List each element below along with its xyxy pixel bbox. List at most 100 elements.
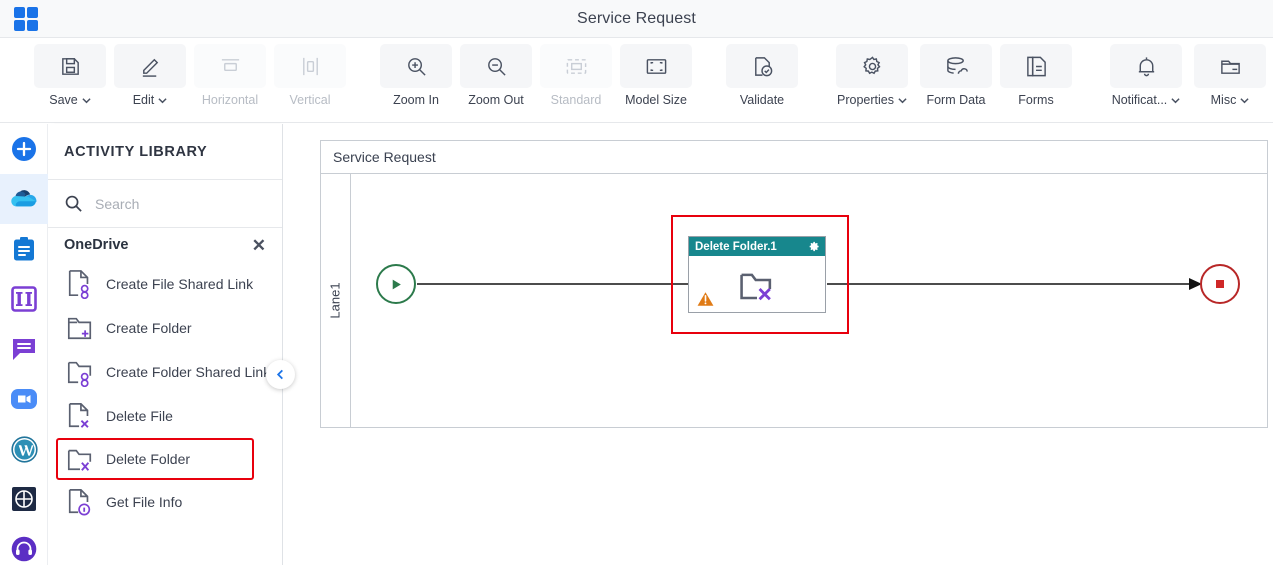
- activity-item-create-folder[interactable]: Create Folder: [56, 306, 282, 350]
- folder-shared-link-icon: [67, 361, 92, 387]
- rail-item-jira[interactable]: [0, 274, 48, 324]
- search-input[interactable]: [95, 195, 245, 212]
- file-info-icon: [68, 489, 91, 516]
- horizontal-align-icon: [194, 44, 266, 88]
- rail-item-onedrive[interactable]: [0, 174, 48, 224]
- toolbar-vertical-button[interactable]: Vertical: [272, 44, 348, 107]
- rail-item-wordpress[interactable]: [0, 424, 48, 474]
- model-size-icon: [620, 44, 692, 88]
- onedrive-icon: [11, 190, 37, 207]
- jira-icon: [11, 286, 37, 312]
- chevron-left-icon: [276, 369, 283, 380]
- diagram-canvas[interactable]: Service Request Lane1 Delete Folder.1: [283, 124, 1273, 565]
- validate-icon: [726, 44, 798, 88]
- activity-group-name: OneDrive: [64, 237, 129, 253]
- activity-item-get-file-info[interactable]: Get File Info: [56, 480, 282, 524]
- pool-body: Lane1 Delete Folder.1: [321, 174, 1267, 427]
- activity-label: Delete Folder: [106, 450, 191, 467]
- toolbar-label: Zoom Out: [468, 93, 524, 107]
- toolbar-properties-button[interactable]: Properties: [830, 44, 914, 107]
- task-header: Delete Folder.1: [689, 237, 825, 256]
- toolbar-label: Properties: [837, 93, 894, 107]
- toolbar: Save Edit Horizontal Vertical Zoom In Zo…: [0, 38, 1273, 123]
- task-title: Delete Folder.1: [695, 240, 777, 253]
- start-event[interactable]: [376, 264, 416, 304]
- toolbar-validate-button[interactable]: Validate: [724, 44, 800, 107]
- toolbar-standard-button[interactable]: Standard: [538, 44, 614, 107]
- toolbar-notifications-button[interactable]: Notificat...: [1104, 44, 1188, 107]
- activity-item-delete-file[interactable]: Delete File: [56, 394, 282, 438]
- toolbar-horizontal-button[interactable]: Horizontal: [192, 44, 268, 107]
- app-rail: [0, 124, 48, 565]
- lane-area[interactable]: Delete Folder.1: [351, 174, 1267, 427]
- gear-icon: [836, 44, 908, 88]
- edit-pencil-icon: [114, 44, 186, 88]
- toolbar-zoom-out-button[interactable]: Zoom Out: [458, 44, 534, 107]
- task-delete-folder[interactable]: Delete Folder.1: [688, 236, 826, 313]
- toolbar-forms-button[interactable]: Forms: [998, 44, 1074, 107]
- rail-item-support[interactable]: [0, 524, 48, 565]
- rail-item-integration[interactable]: [0, 474, 48, 524]
- save-icon: [34, 44, 106, 88]
- panel-collapse-button[interactable]: [266, 360, 295, 389]
- toolbar-model-size-button[interactable]: Model Size: [618, 44, 694, 107]
- chevron-down-icon: [82, 97, 91, 103]
- chevron-down-icon: [898, 97, 907, 103]
- toolbar-label: Validate: [739, 93, 785, 107]
- clipboard-icon: [14, 237, 34, 261]
- lane-header: Lane1: [321, 174, 351, 427]
- plus-circle-icon: [12, 137, 36, 161]
- vertical-align-icon: [274, 44, 346, 88]
- title-bar: Service Request: [0, 0, 1273, 38]
- toolbar-zoom-in-button[interactable]: Zoom In: [378, 44, 454, 107]
- gear-icon[interactable]: [809, 241, 820, 252]
- toolbar-label: Save: [49, 93, 78, 107]
- pool: Service Request Lane1 Delete Folder.1: [320, 140, 1268, 428]
- standard-size-icon: [540, 44, 612, 88]
- file-delete-icon: [68, 403, 89, 428]
- activity-item-create-folder-shared-link[interactable]: Create Folder Shared Link: [56, 350, 282, 394]
- chevron-down-icon: [1240, 97, 1249, 103]
- toolbar-label: Model Size: [625, 93, 687, 107]
- rail-item-chat[interactable]: [0, 324, 48, 374]
- activity-item-create-file-shared-link[interactable]: Create File Shared Link: [56, 262, 282, 306]
- zoom-out-icon: [460, 44, 532, 88]
- misc-folder-icon: [1194, 44, 1266, 88]
- zoom-video-icon: [11, 389, 37, 409]
- activity-library-panel: ACTIVITY LIBRARY OneDrive ✕ Create File …: [48, 124, 283, 565]
- rail-item-tasks[interactable]: [0, 224, 48, 274]
- toolbar-save-button[interactable]: Save: [32, 44, 108, 107]
- close-icon[interactable]: ✕: [252, 237, 266, 254]
- toolbar-label: Zoom In: [393, 93, 439, 107]
- activity-item-delete-folder[interactable]: Delete Folder: [56, 438, 254, 480]
- end-event[interactable]: [1200, 264, 1240, 304]
- toolbar-label: Horizontal: [201, 93, 259, 107]
- zoom-in-icon: [380, 44, 452, 88]
- pool-title: Service Request: [321, 141, 1267, 174]
- toolbar-edit-button[interactable]: Edit: [112, 44, 188, 107]
- circle-grid-icon: [12, 487, 36, 511]
- file-shared-link-icon: [68, 270, 89, 299]
- toolbar-label: Edit: [132, 93, 155, 107]
- application-window: Service Request Save Edit Horizontal Ver…: [0, 0, 1273, 565]
- activity-label: Delete File: [106, 407, 173, 424]
- play-icon: [392, 279, 401, 289]
- panel-title: ACTIVITY LIBRARY: [48, 124, 282, 180]
- chevron-down-icon: [1171, 97, 1180, 103]
- toolbar-misc-button[interactable]: Misc: [1192, 44, 1268, 107]
- search-row[interactable]: [48, 180, 282, 228]
- database-icon: [920, 44, 992, 88]
- folder-add-icon: [67, 317, 92, 340]
- toolbar-label: Misc: [1210, 93, 1237, 107]
- rail-item-add[interactable]: [0, 124, 48, 174]
- warning-triangle-icon[interactable]: [697, 291, 714, 307]
- wordpress-icon: [10, 435, 38, 463]
- activity-label: Create File Shared Link: [106, 275, 254, 292]
- toolbar-label: Vertical: [289, 93, 331, 107]
- rail-item-zoom[interactable]: [0, 374, 48, 424]
- toolbar-label: Notificat...: [1111, 93, 1168, 107]
- search-icon: [65, 195, 82, 212]
- folder-delete-icon: [67, 449, 92, 471]
- page-title: Service Request: [577, 9, 696, 27]
- toolbar-form-data-button[interactable]: Form Data: [918, 44, 994, 107]
